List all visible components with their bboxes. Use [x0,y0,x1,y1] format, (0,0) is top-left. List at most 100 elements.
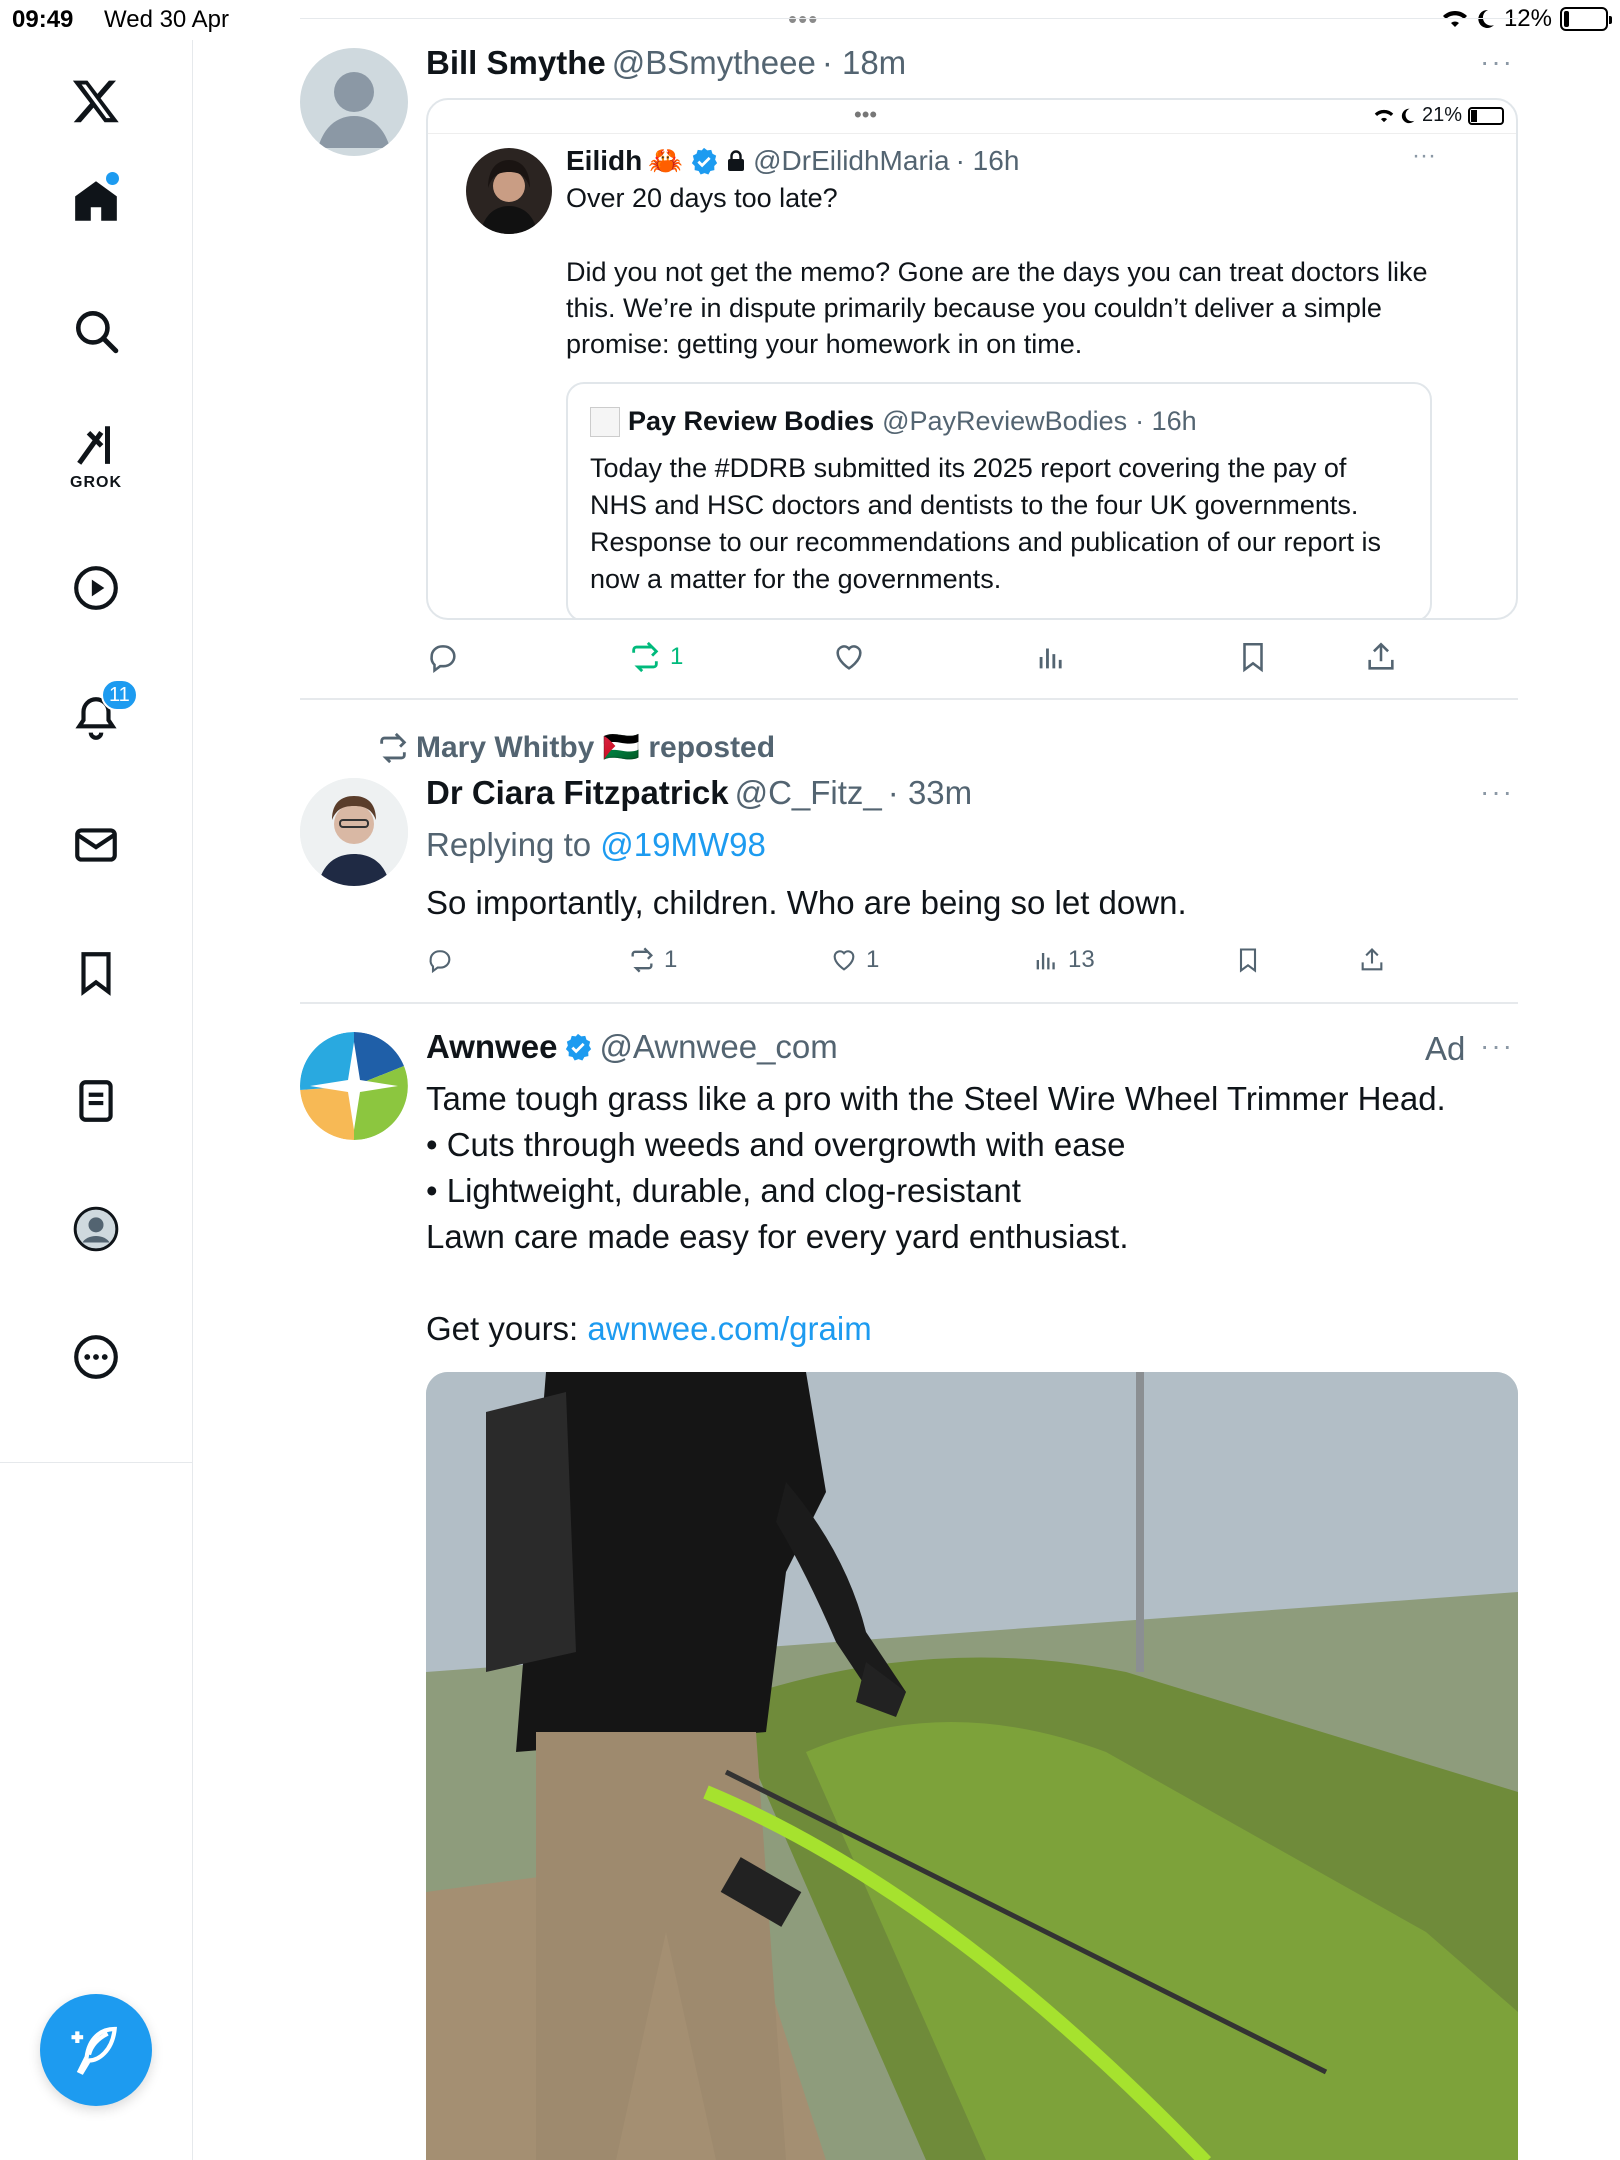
views-button[interactable]: 13 [1032,946,1095,974]
author-name[interactable]: Bill Smythe [426,44,606,82]
embed-text-line: Over 20 days too late? [566,183,838,213]
embed-wifi-icon [1374,109,1394,122]
search-icon[interactable] [63,298,129,364]
sidebar: GROK 11 [0,40,193,2160]
reply-icon [429,950,451,974]
quoted-text-line: Response to our recommendations and publ… [590,527,1381,557]
quoted-text-line: now a matter for the governments. [590,564,1002,594]
reply-button[interactable] [426,640,468,674]
lists-icon[interactable] [63,1068,129,1134]
embed-battery-icon [1468,106,1504,125]
quoted-author-name: Pay Review Bodies [628,406,875,436]
tweet-more-button[interactable]: ··· [1480,1030,1514,1062]
views-icon [1039,648,1062,669]
embed-author-name: Eilidh [566,144,643,176]
tweet-more-button[interactable]: ··· [1480,776,1514,808]
author-name[interactable]: Awnwee [426,1028,557,1066]
reposted-by-text[interactable]: Mary Whitby 🇵🇸 reposted [416,730,775,765]
grok-icon[interactable]: GROK [63,420,129,491]
embed-text-line: promise: getting your homework in on tim… [566,329,1083,359]
ad-label: Ad [1425,1030,1466,1067]
ad-cta-prefix: Get yours: [426,1310,579,1347]
share-icon [1368,642,1394,670]
share-button[interactable] [1364,640,1398,674]
like-button[interactable] [832,640,874,674]
tweet-text: So importantly, children. Who are being … [426,884,1187,921]
status-date: Wed 30 Apr [104,6,229,33]
quoted-tweet-time: · 16h [1135,406,1197,436]
avatar[interactable] [300,778,408,886]
tweet-divider [300,698,1518,700]
embed-avatar [466,148,552,234]
embed-dots: ••• [854,102,878,127]
grok-label: GROK [70,474,122,491]
author-handle[interactable]: @C_Fitz_ [735,774,882,812]
like-count: 1 [866,946,880,973]
battery-percent: 12% [1503,5,1552,32]
ad-cta: Get yours: awnwee.com/graim [426,1306,872,1352]
ad-cta-link[interactable]: awnwee.com/graim [587,1310,871,1347]
video-frame [426,1372,1518,2160]
video-icon[interactable] [63,555,129,621]
repost-count: 1 [664,946,678,973]
compose-feather-icon [71,2026,118,2075]
views-count: 13 [1068,946,1095,973]
multitasking-dots[interactable]: ••• [788,4,818,35]
share-icon [1361,948,1383,971]
status-time: 09:49 [12,6,74,33]
more-menu-icon[interactable] [63,1324,129,1390]
ad-text-line: • Cuts through weeds and overgrowth with… [426,1126,1126,1163]
embed-more-icon: ··· [1412,142,1436,169]
ad-text-line: Tame tough grass like a pro with the Ste… [426,1080,1446,1117]
share-button[interactable] [1358,946,1386,974]
status-bar: 09:49 Wed 30 Apr ••• 12% [0,0,1620,40]
embed-status-indicators: 21% [1374,104,1504,127]
reply-icon [430,645,456,674]
attached-screenshot[interactable]: ••• 21% Eilidh 🦀 @DrEilidhMaria · 16h ··… [426,98,1518,620]
tweet-header: Awnwee @Awnwee_com [426,1028,838,1066]
avatar[interactable] [300,1032,408,1140]
messages-icon[interactable] [63,812,129,878]
sidebar-divider [0,1462,193,1463]
ad-text-line: • Lightweight, durable, and clog-resista… [426,1172,1021,1209]
tweet-header: Bill Smythe @BSmytheee · 18m [426,44,906,82]
moon-icon [1478,9,1494,28]
embed-tweet-time: · 16h [955,144,1020,176]
repost-button[interactable]: 1 [628,946,677,974]
tweet-more-button[interactable]: ··· [1480,46,1514,78]
repost-button[interactable]: 1 [628,640,683,674]
profile-icon[interactable] [63,1196,129,1262]
verified-badge-icon [566,1033,592,1061]
avatar[interactable] [300,48,408,156]
verified-badge-icon [691,147,718,174]
x-logo-icon[interactable] [63,68,129,134]
replying-to-prefix: Replying to [426,826,592,863]
replying-to-handle[interactable]: @19MW98 [600,826,766,863]
quoted-tweet: Pay Review Bodies @PayReviewBodies · 16h… [566,382,1432,618]
like-button[interactable]: 1 [830,946,879,974]
quoted-text-line: NHS and HSC doctors and dentists to the … [590,490,1359,520]
bookmarks-icon[interactable] [63,940,129,1006]
repost-count: 1 [670,643,684,670]
embed-moon-icon [1401,108,1415,123]
author-name[interactable]: Dr Ciara Fitzpatrick [426,774,729,812]
author-handle[interactable]: @Awnwee_com [599,1028,837,1066]
notifications-icon[interactable]: 11 [63,679,138,751]
author-handle[interactable]: @BSmytheee [612,44,816,82]
bookmark-button[interactable] [1236,640,1270,674]
embed-status-bar: ••• 21% [428,100,1516,134]
wifi-icon [1442,11,1467,27]
bookmark-button[interactable] [1234,946,1262,974]
embed-text-line: Did you not get the memo? Gone are the d… [566,257,1428,287]
views-icon [1036,953,1055,970]
reply-button[interactable] [426,946,462,974]
home-icon[interactable] [63,168,129,234]
ad-video[interactable] [426,1372,1518,2160]
embed-battery-percent: 21% [1421,104,1462,126]
compose-post-button[interactable] [40,1994,152,2106]
heart-icon [833,950,855,971]
views-button[interactable] [1034,640,1076,674]
tweet-time: · 33m [887,774,973,811]
battery-icon [1560,7,1612,31]
pay-review-bodies-logo [590,406,620,437]
